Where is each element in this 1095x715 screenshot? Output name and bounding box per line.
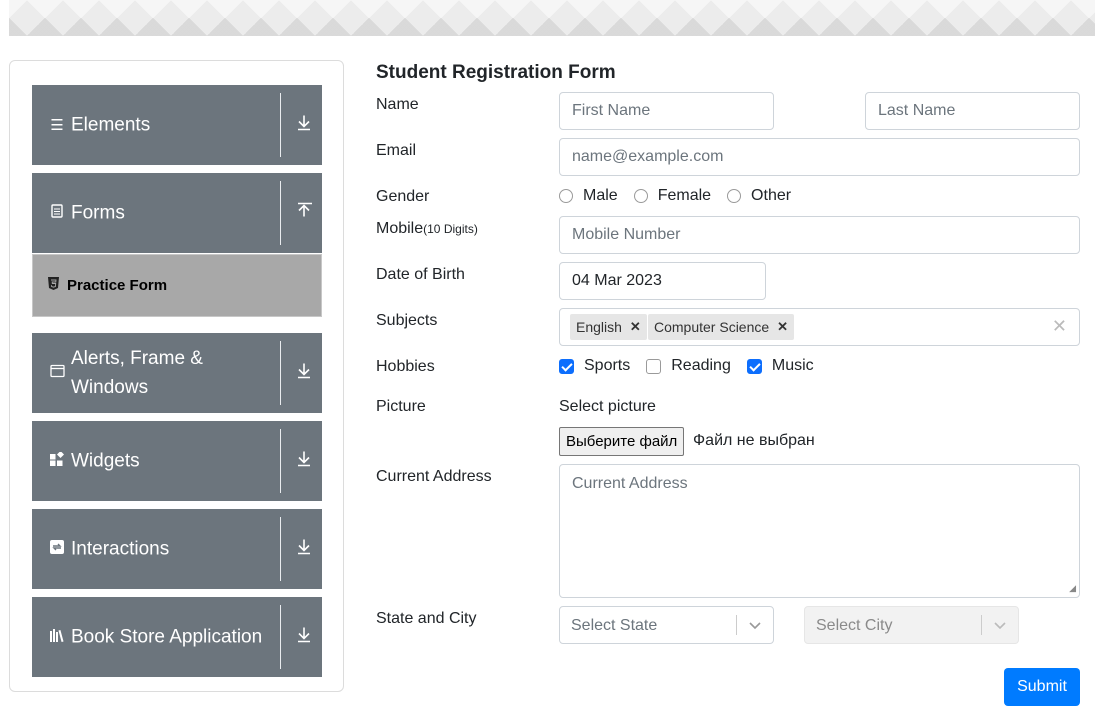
form-title: Student Registration Form bbox=[376, 62, 616, 83]
document-icon bbox=[48, 204, 66, 222]
arrow-down-icon[interactable] bbox=[294, 538, 314, 561]
gender-radio-other[interactable] bbox=[727, 189, 742, 203]
hobby-checkbox-reading[interactable] bbox=[646, 358, 662, 374]
name-label: Name bbox=[376, 96, 419, 113]
clear-icon[interactable]: ✕ bbox=[1052, 316, 1067, 337]
gender-option-label: Other bbox=[751, 187, 792, 204]
html5-icon bbox=[48, 277, 59, 293]
hobbies-label: Hobbies bbox=[376, 358, 435, 375]
file-status: Файл не выбран bbox=[693, 432, 815, 449]
arrow-down-icon[interactable] bbox=[294, 362, 314, 385]
sidebar-group-label: Elements bbox=[71, 114, 151, 136]
city-select-value: Select City bbox=[816, 617, 893, 634]
picture-prompt: Select picture bbox=[559, 398, 656, 415]
divider bbox=[280, 605, 281, 669]
hobbies-checkbox-group: Sports Reading Music bbox=[559, 357, 830, 375]
gender-option-label: Male bbox=[583, 187, 618, 204]
state-select-value: Select State bbox=[571, 617, 658, 634]
chevron-down-icon[interactable] bbox=[749, 615, 761, 638]
mobile-input[interactable] bbox=[559, 216, 1080, 254]
hobby-label: Sports bbox=[584, 357, 631, 374]
last-name-input[interactable] bbox=[865, 92, 1080, 130]
mobile-hint: (10 Digits) bbox=[423, 222, 478, 236]
hobby-checkbox-sports[interactable] bbox=[559, 358, 574, 374]
arrow-down-icon[interactable] bbox=[294, 450, 314, 473]
divider bbox=[736, 615, 737, 635]
sidebar-group-label: Widgets bbox=[71, 450, 140, 472]
picture-label: Picture bbox=[376, 398, 426, 415]
sidebar: ☰ Elements Forms Practice Form Alerts, F… bbox=[9, 60, 344, 692]
sidebar-group-elements[interactable]: ☰ Elements bbox=[32, 85, 322, 165]
mobile-label-text: Mobile bbox=[376, 220, 424, 237]
subject-chip-label: Computer Science bbox=[654, 319, 770, 335]
widgets-icon bbox=[48, 450, 66, 470]
divider bbox=[280, 93, 281, 157]
header-banner bbox=[9, 0, 1095, 36]
divider bbox=[280, 341, 281, 405]
dob-label: Date of Birth bbox=[376, 266, 465, 283]
hobby-label: Reading bbox=[671, 357, 731, 374]
email-label: Email bbox=[376, 142, 417, 159]
address-placeholder: Current Address bbox=[572, 475, 688, 492]
remove-chip-icon[interactable]: ✕ bbox=[777, 319, 788, 335]
current-address-textarea[interactable]: Current Address ◢ bbox=[559, 464, 1080, 598]
submit-button[interactable]: Submit bbox=[1004, 668, 1080, 706]
gender-radio-female[interactable] bbox=[633, 189, 648, 203]
sidebar-group-alerts[interactable]: Alerts, Frame & Windows bbox=[32, 333, 322, 413]
sidebar-group-forms[interactable]: Forms bbox=[32, 173, 322, 253]
hamburger-icon: ☰ bbox=[50, 117, 64, 134]
divider bbox=[280, 429, 281, 493]
books-icon bbox=[48, 628, 66, 646]
interactions-icon bbox=[48, 540, 66, 558]
subject-chip: Computer Science ✕ bbox=[648, 314, 795, 340]
divider bbox=[981, 615, 982, 635]
resize-handle-icon[interactable]: ◢ bbox=[1069, 583, 1076, 594]
gender-label: Gender bbox=[376, 188, 430, 205]
divider bbox=[280, 517, 281, 581]
sidebar-item-label: Practice Form bbox=[67, 277, 168, 294]
subjects-input[interactable]: English ✕ Computer Science ✕ ✕ bbox=[559, 308, 1080, 346]
hobby-label: Music bbox=[771, 357, 814, 374]
sidebar-group-interactions[interactable]: Interactions bbox=[32, 509, 322, 589]
address-label: Current Address bbox=[376, 468, 492, 485]
sidebar-group-label: Alerts, Frame & Windows bbox=[71, 348, 203, 398]
state-select[interactable]: Select State bbox=[559, 606, 774, 644]
sidebar-group-label: Book Store Application bbox=[71, 626, 263, 648]
hobby-checkbox-music[interactable] bbox=[746, 358, 762, 374]
mobile-label: Mobile(10 Digits) bbox=[376, 220, 478, 238]
arrow-down-icon[interactable] bbox=[294, 114, 314, 137]
arrow-down-icon[interactable] bbox=[294, 626, 314, 649]
subjects-label: Subjects bbox=[376, 312, 438, 329]
subject-chip-label: English bbox=[576, 319, 622, 335]
sidebar-group-label: Interactions bbox=[71, 538, 170, 560]
window-icon bbox=[48, 364, 66, 382]
remove-chip-icon[interactable]: ✕ bbox=[630, 319, 641, 335]
arrow-up-icon[interactable] bbox=[294, 202, 314, 225]
gender-radio-male[interactable] bbox=[559, 189, 573, 203]
sidebar-item-practice-form[interactable]: Practice Form bbox=[32, 254, 322, 317]
first-name-input[interactable] bbox=[559, 92, 774, 130]
dob-input[interactable] bbox=[559, 262, 766, 300]
gender-option-label: Female bbox=[657, 187, 712, 204]
divider bbox=[280, 181, 281, 245]
gender-radio-group: Male Female Other bbox=[559, 187, 807, 205]
email-input[interactable] bbox=[559, 138, 1080, 176]
sidebar-group-label: Forms bbox=[71, 202, 125, 224]
chevron-down-icon[interactable] bbox=[994, 615, 1006, 638]
sidebar-group-book-store[interactable]: Book Store Application bbox=[32, 597, 322, 677]
choose-file-button[interactable]: Выберите файл bbox=[559, 427, 685, 456]
sidebar-group-widgets[interactable]: Widgets bbox=[32, 421, 322, 501]
state-city-label: State and City bbox=[376, 610, 477, 627]
city-select[interactable]: Select City bbox=[804, 606, 1019, 644]
subject-chip: English ✕ bbox=[570, 314, 647, 340]
